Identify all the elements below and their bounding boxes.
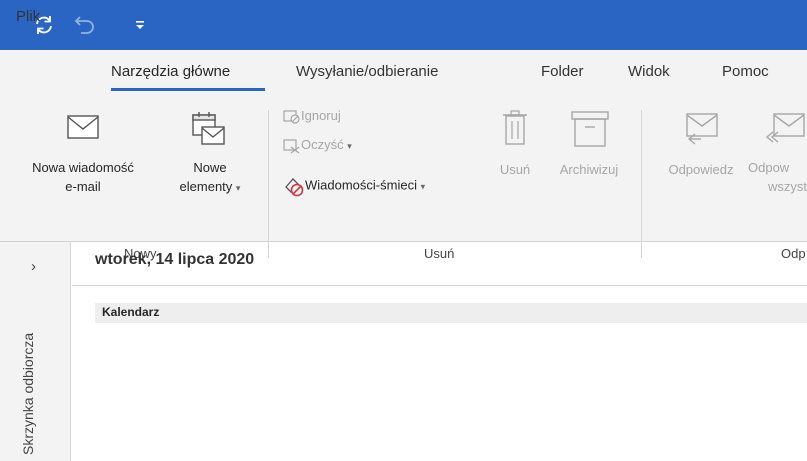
group-label-respond: Odp [781, 246, 806, 261]
new-items-icon [192, 112, 225, 145]
ignore-label: Ignoruj [301, 108, 341, 123]
group-separator [268, 110, 269, 258]
group-label-delete: Usuń [424, 246, 455, 261]
dropdown-arrow-icon: ▾ [235, 183, 241, 193]
envelope-icon [67, 115, 99, 139]
new-items-label-2-text: elementy [179, 179, 233, 194]
reply-all-label-1: Odpow [748, 160, 790, 175]
tab-view[interactable]: Widok [628, 63, 670, 80]
new-email-label-1: Nowa wiadomość [32, 160, 134, 175]
tab-home[interactable]: Narzędzia główne [111, 63, 230, 80]
junk-label: Wiadomości-śmieci [305, 177, 417, 193]
tab-help[interactable]: Pomoc [722, 63, 769, 80]
customize-qat-icon[interactable] [128, 13, 152, 37]
tab-file-label: Plik [16, 8, 41, 25]
expand-folder-pane-icon[interactable]: › [31, 258, 36, 275]
cleanup-label: Oczyść [301, 137, 344, 152]
dropdown-arrow-icon: ▾ [420, 181, 426, 192]
archive-label: Archiwizuj [559, 162, 619, 177]
calendar-header-label: Kalendarz [102, 305, 160, 319]
calendar-section-header: Kalendarz [95, 303, 807, 323]
ignore-button[interactable]: Ignoruj [283, 108, 341, 125]
new-items-button[interactable]: Nowe elementy ▾ [160, 110, 260, 194]
junk-button[interactable]: Wiadomości-śmieci ▾ [283, 175, 425, 197]
tab-send-receive[interactable]: Wysyłanie/odbieranie [296, 63, 438, 80]
cleanup-button[interactable]: Oczyść ▾ [283, 137, 352, 154]
undo-icon[interactable] [73, 13, 97, 37]
new-items-label-1: Nowe [193, 160, 227, 175]
active-tab-indicator [111, 88, 265, 91]
delete-button[interactable]: Usuń [493, 108, 537, 178]
group-separator [641, 110, 642, 258]
ignore-icon [283, 109, 300, 124]
reply-label: Odpowiedz [668, 162, 734, 177]
reply-button[interactable]: Odpowiedz [655, 108, 747, 178]
new-email-button[interactable]: Nowa wiadomość e-mail [21, 110, 145, 194]
title-bar [0, 0, 807, 50]
reply-all-button[interactable]: Odpow wszyst [748, 108, 807, 198]
junk-icon [285, 178, 304, 197]
reply-all-label-2: wszyst [768, 179, 807, 194]
date-heading: wtorek, 14 lipca 2020 [95, 251, 255, 268]
inbox-vertical-label[interactable]: Skrzynka odbiorcza [20, 333, 36, 455]
delete-label: Usuń [499, 162, 531, 177]
reply-icon [686, 113, 718, 145]
dropdown-arrow-icon: ▾ [347, 141, 352, 151]
archive-button[interactable]: Archiwizuj [547, 108, 631, 178]
archive-icon [571, 111, 609, 147]
cleanup-icon [283, 138, 300, 154]
new-items-label-2: elementy ▾ [160, 177, 260, 198]
divider [72, 285, 807, 286]
tab-folder[interactable]: Folder [541, 63, 584, 80]
reply-all-icon [766, 113, 805, 143]
trash-icon [503, 110, 527, 145]
new-email-label-2: e-mail [65, 179, 101, 194]
